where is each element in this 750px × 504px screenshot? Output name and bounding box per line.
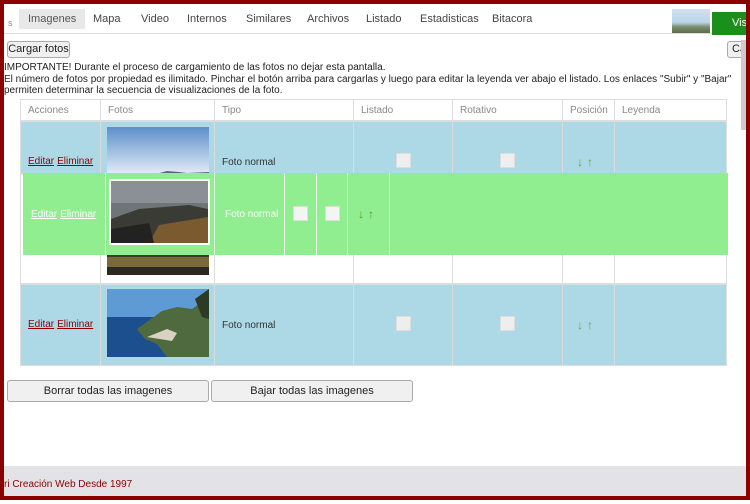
tab-archivos[interactable]: Archivos bbox=[298, 9, 358, 29]
photo-thumbnail[interactable] bbox=[109, 179, 210, 245]
tab-estadisticas[interactable]: Estadisticas bbox=[411, 9, 488, 29]
rotativo-checkbox[interactable] bbox=[500, 153, 515, 168]
photo-type: Foto normal bbox=[222, 320, 276, 331]
photo-thumbnail[interactable] bbox=[107, 289, 209, 357]
move-arrows[interactable]: ↓↑ bbox=[358, 207, 378, 221]
column-divider bbox=[100, 122, 101, 173]
column-divider bbox=[614, 122, 615, 173]
table-header: Acciones Fotos Tipo Listado Rotativo Pos… bbox=[20, 99, 727, 122]
column-divider bbox=[562, 285, 563, 365]
tab-internos[interactable]: Internos bbox=[178, 9, 236, 29]
header-leyenda: Leyenda bbox=[622, 105, 661, 116]
note-sequence: permiten determinar la secuencia de visu… bbox=[4, 85, 283, 96]
column-divider bbox=[353, 122, 354, 173]
row-actions: Editar Eliminar bbox=[28, 319, 96, 330]
column-divider bbox=[214, 122, 215, 173]
download-all-images-button[interactable]: Bajar todas las imagenes bbox=[211, 380, 413, 402]
photo-type: Foto normal bbox=[225, 209, 279, 220]
header-tipo: Tipo bbox=[215, 100, 354, 122]
tab-similares[interactable]: Similares bbox=[237, 9, 300, 29]
delete-link[interactable]: Eliminar bbox=[60, 209, 96, 220]
note-unlimited: El número de fotos por propiedad es ilim… bbox=[4, 73, 732, 85]
header-posicion: Posición bbox=[563, 100, 615, 122]
footer-text: ri Creación Web Desde 1997 bbox=[4, 479, 133, 490]
rotativo-checkbox[interactable] bbox=[500, 316, 515, 331]
column-divider bbox=[105, 173, 106, 255]
photo-landscape-image bbox=[107, 255, 209, 275]
footer: ri Creación Web Desde 1997 bbox=[4, 466, 746, 496]
tab-fragment: s bbox=[8, 18, 13, 28]
tab-listado[interactable]: Listado bbox=[357, 9, 410, 29]
tab-imagenes[interactable]: Imagenes bbox=[19, 9, 86, 29]
photo-thumbnail[interactable] bbox=[107, 127, 209, 175]
move-arrows[interactable]: ↓↑ bbox=[577, 155, 597, 169]
instructions: IMPORTANTE! Durante el proceso de cargam… bbox=[4, 62, 744, 97]
photo-thumbnail[interactable] bbox=[107, 255, 209, 275]
dragged-row[interactable]: Editar Eliminar Foto normal ↓↑ bbox=[23, 173, 728, 255]
column-divider bbox=[353, 285, 354, 365]
delete-link[interactable]: Eliminar bbox=[57, 156, 93, 167]
upload-photos-button-right[interactable]: Car bbox=[727, 41, 750, 58]
column-divider bbox=[614, 285, 615, 365]
column-divider bbox=[316, 173, 317, 255]
property-thumbnail[interactable] bbox=[672, 9, 710, 33]
column-divider bbox=[347, 173, 348, 255]
column-divider bbox=[389, 173, 390, 255]
column-divider bbox=[214, 173, 215, 255]
tab-bar: s Imagenes Mapa Video Internos Similares… bbox=[4, 4, 750, 35]
photo-coast-image bbox=[107, 289, 209, 357]
table-row: Editar Eliminar Foto normal ↓↑ bbox=[20, 284, 727, 366]
column-divider bbox=[284, 173, 285, 255]
header-acciones: Acciones bbox=[21, 100, 101, 122]
header-rotativo: Rotativo bbox=[453, 100, 563, 122]
listado-checkbox[interactable] bbox=[293, 206, 308, 221]
table-row: Editar Eliminar Foto normal ↓↑ bbox=[20, 121, 727, 175]
photo-cliffs-image bbox=[109, 179, 210, 245]
note-important: IMPORTANTE! Durante el proceso de cargam… bbox=[4, 62, 386, 73]
row-actions: Editar Eliminar bbox=[31, 209, 99, 220]
rotativo-checkbox[interactable] bbox=[325, 206, 340, 221]
header-listado: Listado bbox=[354, 100, 453, 122]
edit-link[interactable]: Editar bbox=[28, 319, 54, 330]
tab-bitacora[interactable]: Bitacora bbox=[483, 9, 541, 29]
move-arrows[interactable]: ↓↑ bbox=[577, 318, 597, 332]
column-divider bbox=[452, 122, 453, 173]
edit-link[interactable]: Editar bbox=[28, 156, 54, 167]
column-divider bbox=[214, 285, 215, 365]
tab-mapa[interactable]: Mapa bbox=[84, 9, 130, 29]
column-divider bbox=[100, 285, 101, 365]
listado-checkbox[interactable] bbox=[396, 316, 411, 331]
tab-video[interactable]: Video bbox=[132, 9, 178, 29]
photo-sky-image bbox=[107, 127, 209, 175]
edit-link[interactable]: Editar bbox=[31, 209, 57, 220]
delete-all-images-button[interactable]: Borrar todas las imagenes bbox=[7, 380, 209, 402]
listado-checkbox[interactable] bbox=[396, 153, 411, 168]
delete-link[interactable]: Eliminar bbox=[57, 319, 93, 330]
header-fotos: Fotos bbox=[101, 100, 215, 122]
visit-button[interactable]: Visi bbox=[712, 12, 750, 35]
column-divider bbox=[452, 285, 453, 365]
photo-type: Foto normal bbox=[222, 157, 276, 168]
row-actions: Editar Eliminar bbox=[28, 156, 96, 167]
upload-photos-button[interactable]: Cargar fotos bbox=[7, 41, 70, 58]
column-divider bbox=[562, 122, 563, 173]
